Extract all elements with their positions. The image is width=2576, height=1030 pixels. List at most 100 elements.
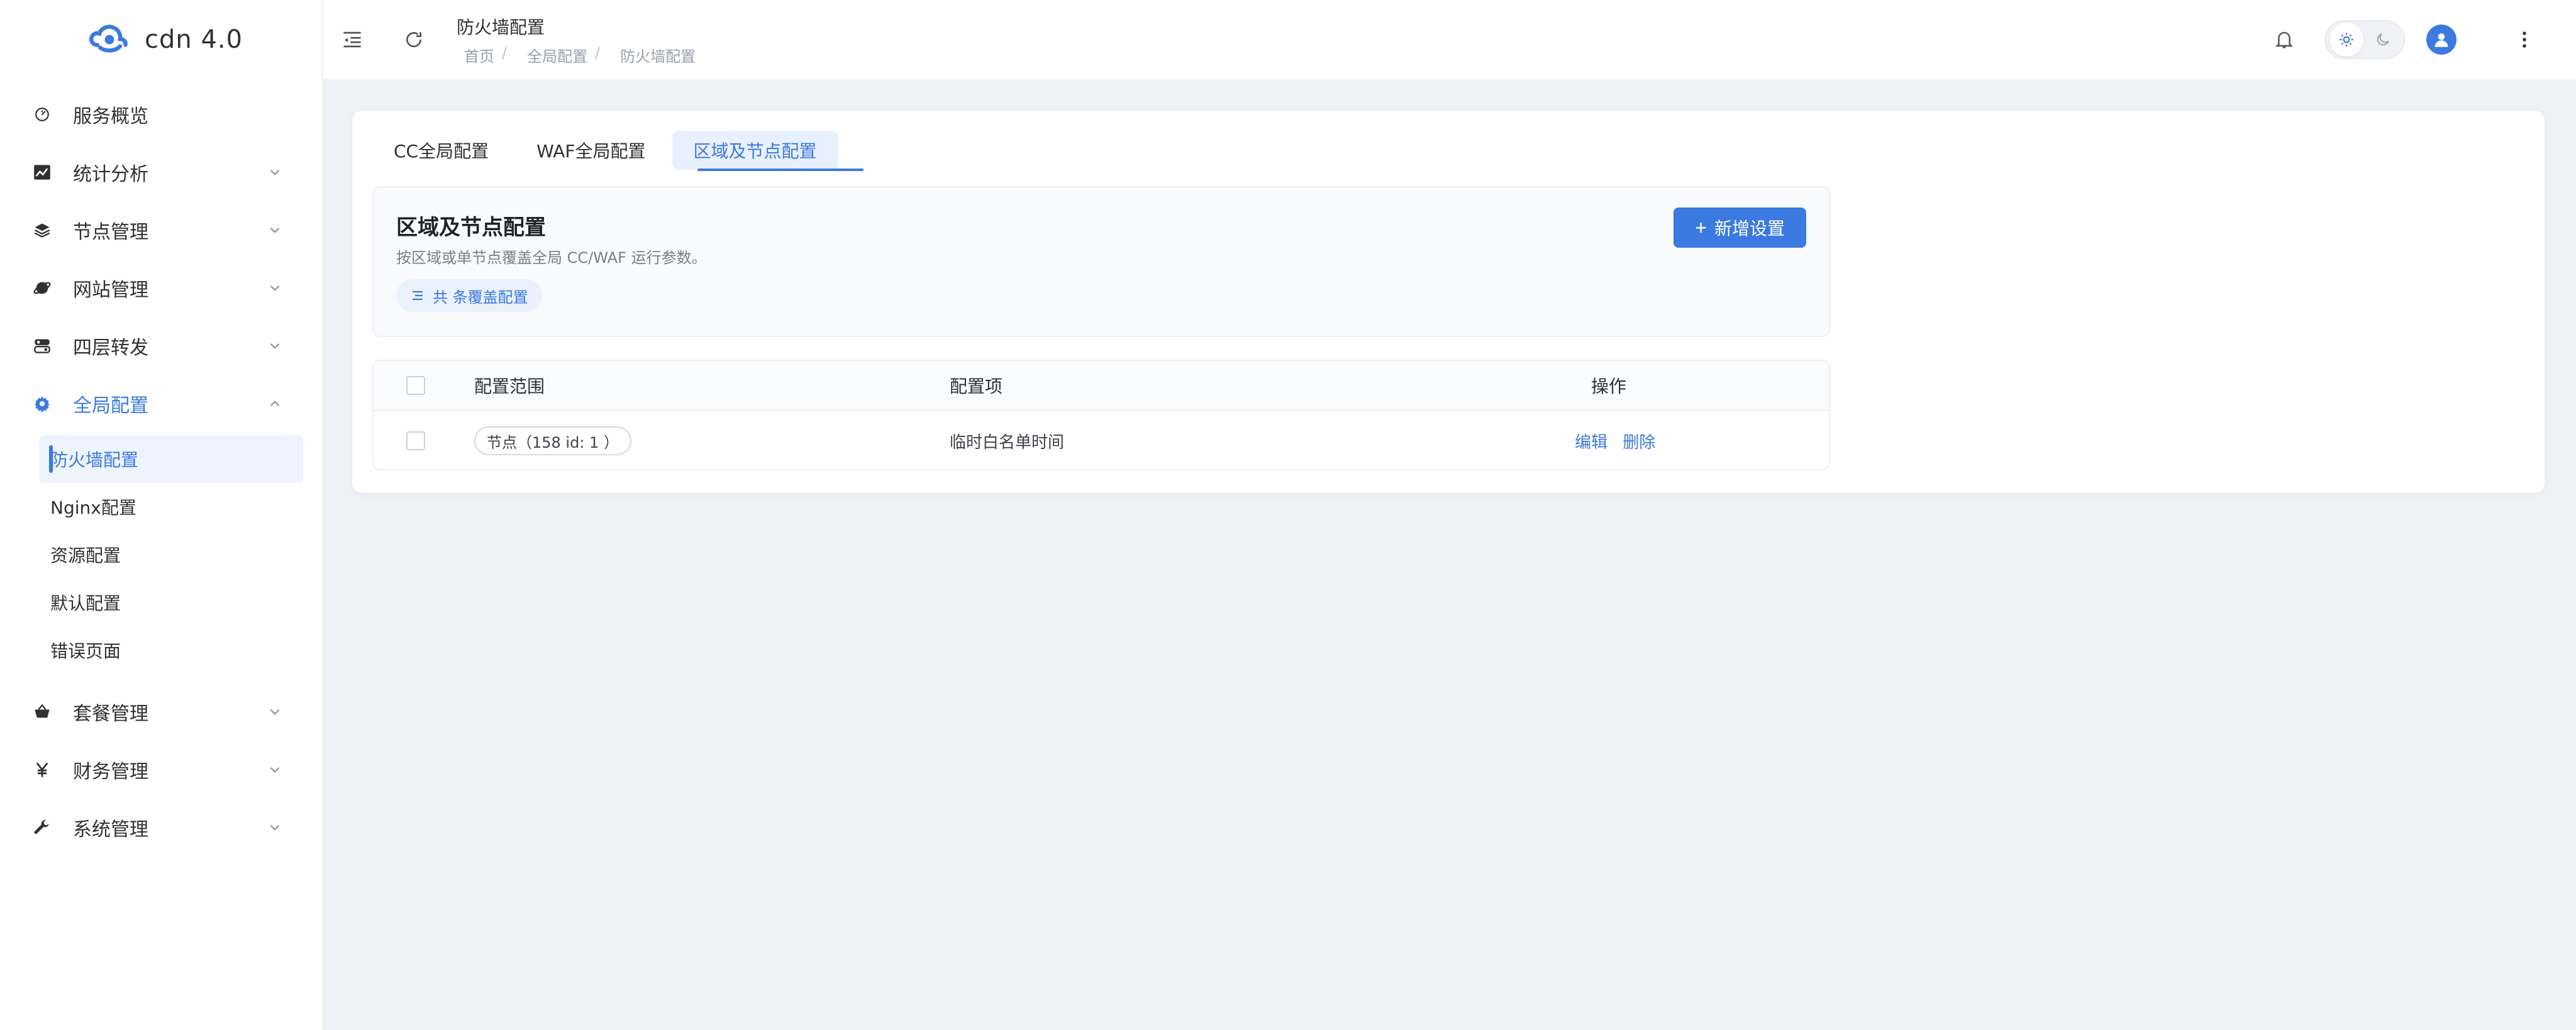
config-tabs: CC全局配置 WAF全局配置 区域及节点配置 <box>372 131 863 171</box>
menu-fold-button[interactable] <box>333 21 371 58</box>
sidebar-subitem-resources[interactable]: 资源配置 <box>39 531 303 579</box>
config-item-cell: 临时白名单时间 <box>950 433 1065 452</box>
globe-icon <box>33 279 52 297</box>
notifications-button[interactable] <box>2265 21 2303 58</box>
gear-icon <box>33 394 52 413</box>
chevron-down-icon <box>270 169 280 175</box>
cloud-logo-icon <box>89 25 128 53</box>
sidebar-item-label: 统计分析 <box>73 163 148 186</box>
sidebar-item-label: 服务概览 <box>73 106 148 128</box>
chart-icon <box>33 163 52 182</box>
sidebar-subitem-defaults[interactable]: 默认配置 <box>39 579 303 626</box>
sidebar-item-label: 网站管理 <box>73 279 148 301</box>
global-config-submenu: 防火墙配置 Nginx配置 资源配置 默认配置 错误页面 <box>0 433 322 683</box>
plus-icon: + <box>1695 216 1707 239</box>
sidebar-item-nodes[interactable]: 节点管理 <box>0 201 322 259</box>
menu-fold-icon <box>343 31 361 48</box>
user-icon <box>2434 33 2448 47</box>
chevron-down-icon <box>270 767 280 773</box>
sidebar-item-websites[interactable]: 网站管理 <box>0 259 322 317</box>
tab-region-node[interactable]: 区域及节点配置 <box>672 131 863 171</box>
sidebar-menu: 服务概览 统计分析 节点管理 网站管理 四层转发 全局配置 防火墙配置 Ngin… <box>0 79 322 856</box>
refresh-button[interactable] <box>395 21 433 58</box>
row-checkbox[interactable] <box>406 431 425 450</box>
sidebar-item-label: 系统管理 <box>73 819 148 841</box>
wrench-icon <box>33 818 52 837</box>
sidebar-subitem-label: Nginx配置 <box>50 497 136 518</box>
override-table: 配置范围 配置项 操作 节点（158 id: 1 ） 临时白名单时间 编辑 删除 <box>372 360 1830 470</box>
scope-tag: 节点（158 id: 1 ） <box>474 426 631 455</box>
dashboard-icon <box>33 105 52 124</box>
sidebar-item-l4-forward[interactable]: 四层转发 <box>0 317 322 375</box>
breadcrumb-global-config[interactable]: 全局配置 <box>527 44 587 66</box>
sidebar-item-overview[interactable]: 服务概览 <box>0 86 322 143</box>
tab-cc-global[interactable]: CC全局配置 <box>372 131 510 170</box>
table-row: 节点（158 id: 1 ） 临时白名单时间 编辑 删除 <box>374 411 1829 469</box>
delete-link[interactable]: 删除 <box>1623 433 1655 452</box>
chevron-down-icon <box>270 227 280 233</box>
dark-mode-option[interactable] <box>2366 23 2400 57</box>
breadcrumb-separator: / <box>595 43 601 62</box>
chevron-up-icon <box>270 401 280 407</box>
sidebar-subitem-label: 资源配置 <box>50 545 121 566</box>
section-title: 区域及节点配置 <box>396 215 546 240</box>
sidebar-item-packages[interactable]: 套餐管理 <box>0 683 322 741</box>
add-setting-button[interactable]: + 新增设置 <box>1674 208 1806 248</box>
column-header-item: 配置项 <box>950 376 1003 397</box>
select-all-checkbox[interactable] <box>406 376 425 395</box>
yen-icon <box>33 760 52 779</box>
override-count-chip: 共 条覆盖配置 <box>396 279 542 312</box>
add-setting-label: 新增设置 <box>1714 219 1785 238</box>
column-header-scope: 配置范围 <box>474 376 545 397</box>
top-header: 防火墙配置 首页 / 全局配置 / 防火墙配置 <box>323 0 2576 79</box>
scope-cell: 节点（158 id: 1 ） <box>474 426 950 455</box>
forward-icon <box>33 336 52 355</box>
sidebar-subitem-error-pages[interactable]: 错误页面 <box>39 626 303 674</box>
theme-toggle[interactable] <box>2324 20 2405 59</box>
brand-name: cdn 4.0 <box>145 25 243 54</box>
chevron-down-icon <box>270 709 280 715</box>
actions-cell: 编辑 删除 <box>1453 429 1829 453</box>
sidebar-subitem-nginx[interactable]: Nginx配置 <box>39 483 303 531</box>
moon-icon <box>2377 33 2389 46</box>
region-node-section: 区域及节点配置 按区域或单节点覆盖全局 CC/WAF 运行参数。 共 条覆盖配置… <box>372 186 1830 337</box>
chevron-down-icon <box>270 824 280 831</box>
sidebar-item-label: 全局配置 <box>73 395 148 417</box>
more-options-button[interactable] <box>2506 21 2543 58</box>
tab-waf-global[interactable]: WAF全局配置 <box>515 131 667 170</box>
user-avatar[interactable] <box>2426 25 2457 55</box>
sidebar-subitem-firewall[interactable]: 防火墙配置 <box>39 435 303 483</box>
sidebar-subitem-label: 防火墙配置 <box>50 450 139 470</box>
bell-icon <box>2275 31 2294 48</box>
sidebar-item-global-config[interactable]: 全局配置 <box>0 375 322 433</box>
table-header: 配置范围 配置项 操作 <box>374 361 1829 411</box>
brand[interactable]: cdn 4.0 <box>0 0 322 79</box>
refresh-icon <box>406 32 422 48</box>
sidebar-item-finance[interactable]: 财务管理 <box>0 741 322 799</box>
sidebar-subitem-label: 错误页面 <box>50 641 121 662</box>
edit-link[interactable]: 编辑 <box>1575 433 1607 452</box>
page-title-block: 防火墙配置 首页 / 全局配置 / 防火墙配置 <box>457 14 696 66</box>
row-select-cell <box>374 431 474 450</box>
breadcrumb-home[interactable]: 首页 <box>464 44 494 66</box>
sun-icon <box>2340 33 2353 47</box>
select-all-cell <box>374 376 474 395</box>
main-content: CC全局配置 WAF全局配置 区域及节点配置 区域及节点配置 按区域或单节点覆盖… <box>323 79 2576 939</box>
light-mode-option[interactable] <box>2329 23 2363 57</box>
chevron-down-icon <box>270 285 280 291</box>
sidebar-item-label: 财务管理 <box>73 761 148 783</box>
sidebar-item-system[interactable]: 系统管理 <box>0 799 322 856</box>
sidebar-item-label: 节点管理 <box>73 221 148 243</box>
breadcrumb-separator: / <box>502 43 508 62</box>
firewall-config-card: CC全局配置 WAF全局配置 区域及节点配置 区域及节点配置 按区域或单节点覆盖… <box>352 111 2545 493</box>
override-count-label: 共 条覆盖配置 <box>433 288 528 306</box>
breadcrumb: 首页 / 全局配置 / 防火墙配置 <box>457 44 696 66</box>
list-icon <box>413 291 423 301</box>
sidebar-item-statistics[interactable]: 统计分析 <box>0 143 322 201</box>
layers-icon <box>33 221 52 240</box>
sidebar-subitem-label: 默认配置 <box>50 593 121 614</box>
sidebar-item-label: 套餐管理 <box>73 703 148 725</box>
breadcrumb-current: 防火墙配置 <box>620 47 696 65</box>
section-description: 按区域或单节点覆盖全局 CC/WAF 运行参数。 <box>396 249 707 267</box>
chevron-down-icon <box>270 343 280 349</box>
